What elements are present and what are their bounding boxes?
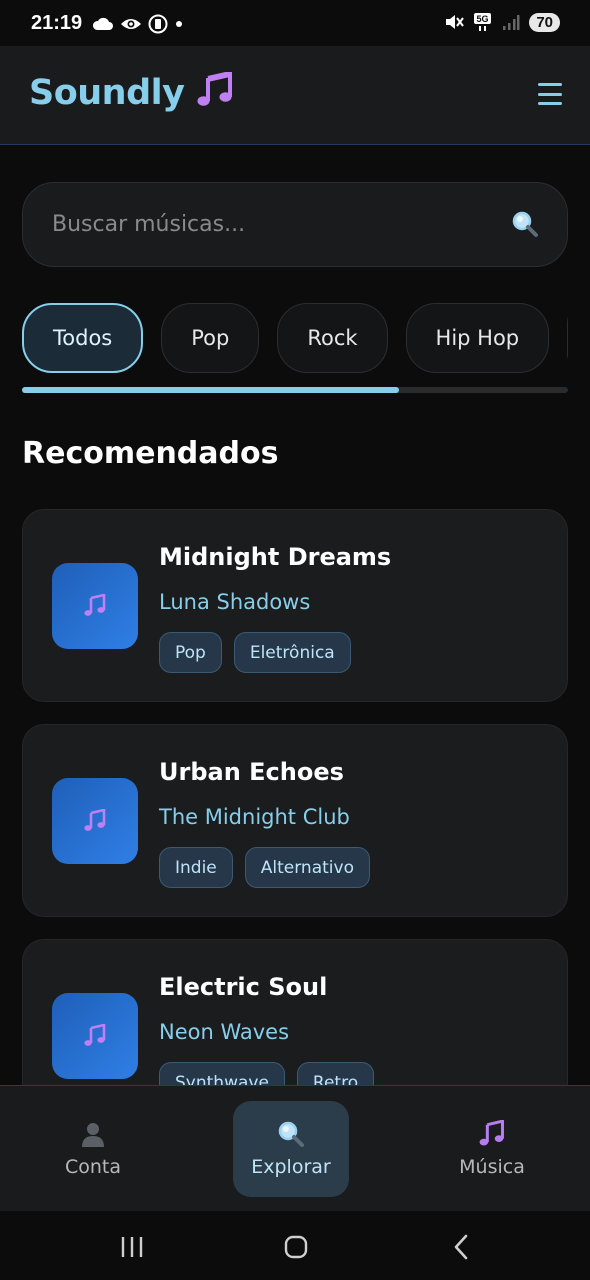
- musical-notes-icon: [84, 809, 106, 831]
- bottom-navigation: Conta Explorar Música: [0, 1085, 590, 1211]
- tag[interactable]: Retro: [296, 1062, 375, 1085]
- nav-item-musica[interactable]: Música: [434, 1101, 550, 1197]
- musical-notes-icon: [84, 1024, 106, 1046]
- magnifier-icon: [278, 1121, 304, 1147]
- mute-icon: [446, 15, 465, 29]
- song-artist: Luna Shadows: [159, 590, 311, 614]
- app-header: Soundly: [0, 46, 590, 145]
- genre-filter-chips: Todos Pop Rock Hip Hop: [22, 303, 568, 373]
- tag[interactable]: Synthwave: [159, 1062, 285, 1085]
- song-artist: Neon Waves: [159, 1020, 290, 1044]
- nav-label: Explorar: [251, 1156, 331, 1178]
- cloud-icon: [92, 17, 113, 30]
- magnifier-icon[interactable]: [511, 210, 539, 238]
- song-title: Urban Echoes: [159, 758, 344, 786]
- tag[interactable]: Pop: [159, 632, 222, 673]
- chip-rock[interactable]: Rock: [277, 303, 388, 373]
- status-notification-icons: [92, 14, 184, 34]
- user-silhouette-icon: [82, 1123, 104, 1147]
- song-title: Midnight Dreams: [159, 543, 392, 571]
- song-card[interactable]: Urban Echoes The Midnight Club Indie Alt…: [22, 724, 568, 917]
- dot-icon: [176, 21, 182, 27]
- tag[interactable]: Indie: [159, 847, 233, 888]
- system-navigation-bar: [0, 1211, 590, 1280]
- battery-indicator: 70: [529, 12, 560, 32]
- tag[interactable]: Eletrônica: [233, 632, 351, 673]
- status-bar: 21:19 5G 70: [0, 0, 590, 46]
- search-bar[interactable]: [22, 182, 568, 267]
- chip-todos[interactable]: Todos: [22, 303, 144, 373]
- svg-text:5G: 5G: [477, 14, 489, 24]
- eye-icon: [121, 19, 141, 29]
- app-title-text: Soundly: [29, 73, 185, 113]
- nav-item-conta[interactable]: Conta: [35, 1101, 151, 1197]
- chip-pop[interactable]: Pop: [161, 303, 260, 373]
- song-tags: Indie Alternativo: [159, 847, 370, 888]
- album-cover: [52, 993, 138, 1079]
- song-card[interactable]: Electric Soul Neon Waves Synthwave Retro: [22, 939, 568, 1085]
- status-time: 21:19: [31, 12, 83, 34]
- hamburger-menu-icon[interactable]: [538, 83, 562, 105]
- album-cover: [52, 563, 138, 649]
- status-system-icons: 5G 70: [444, 12, 560, 32]
- recent-apps-icon[interactable]: [120, 1236, 144, 1258]
- musical-notes-icon: [479, 1120, 505, 1146]
- song-list: Midnight Dreams Luna Shadows Pop Eletrôn…: [22, 509, 568, 1085]
- section-title: Recomendados: [22, 436, 279, 471]
- song-card[interactable]: Midnight Dreams Luna Shadows Pop Eletrôn…: [22, 509, 568, 702]
- song-tags: Synthwave Retro: [159, 1062, 375, 1085]
- search-input[interactable]: [52, 183, 482, 266]
- signal-icon: [503, 15, 520, 30]
- chip-more[interactable]: [567, 303, 568, 373]
- song-tags: Pop Eletrônica: [159, 632, 351, 673]
- chips-scrollbar[interactable]: [22, 387, 568, 393]
- album-cover: [52, 778, 138, 864]
- network-5g-icon: 5G: [474, 13, 492, 31]
- song-title: Electric Soul: [159, 973, 328, 1001]
- nav-label: Música: [459, 1156, 525, 1178]
- chip-hip-hop[interactable]: Hip Hop: [405, 303, 550, 373]
- back-icon[interactable]: [452, 1234, 470, 1260]
- battery-saver-icon: [148, 14, 168, 34]
- chips-scrollbar-thumb[interactable]: [22, 387, 399, 393]
- nav-item-explorar[interactable]: Explorar: [233, 1101, 349, 1197]
- nav-label: Conta: [64, 1156, 122, 1178]
- home-icon[interactable]: [284, 1235, 308, 1259]
- musical-notes-icon: [84, 594, 106, 616]
- song-artist: The Midnight Club: [159, 805, 350, 829]
- musical-notes-icon: [196, 70, 234, 112]
- app-title: Soundly: [29, 70, 234, 113]
- tag[interactable]: Alternativo: [244, 847, 370, 888]
